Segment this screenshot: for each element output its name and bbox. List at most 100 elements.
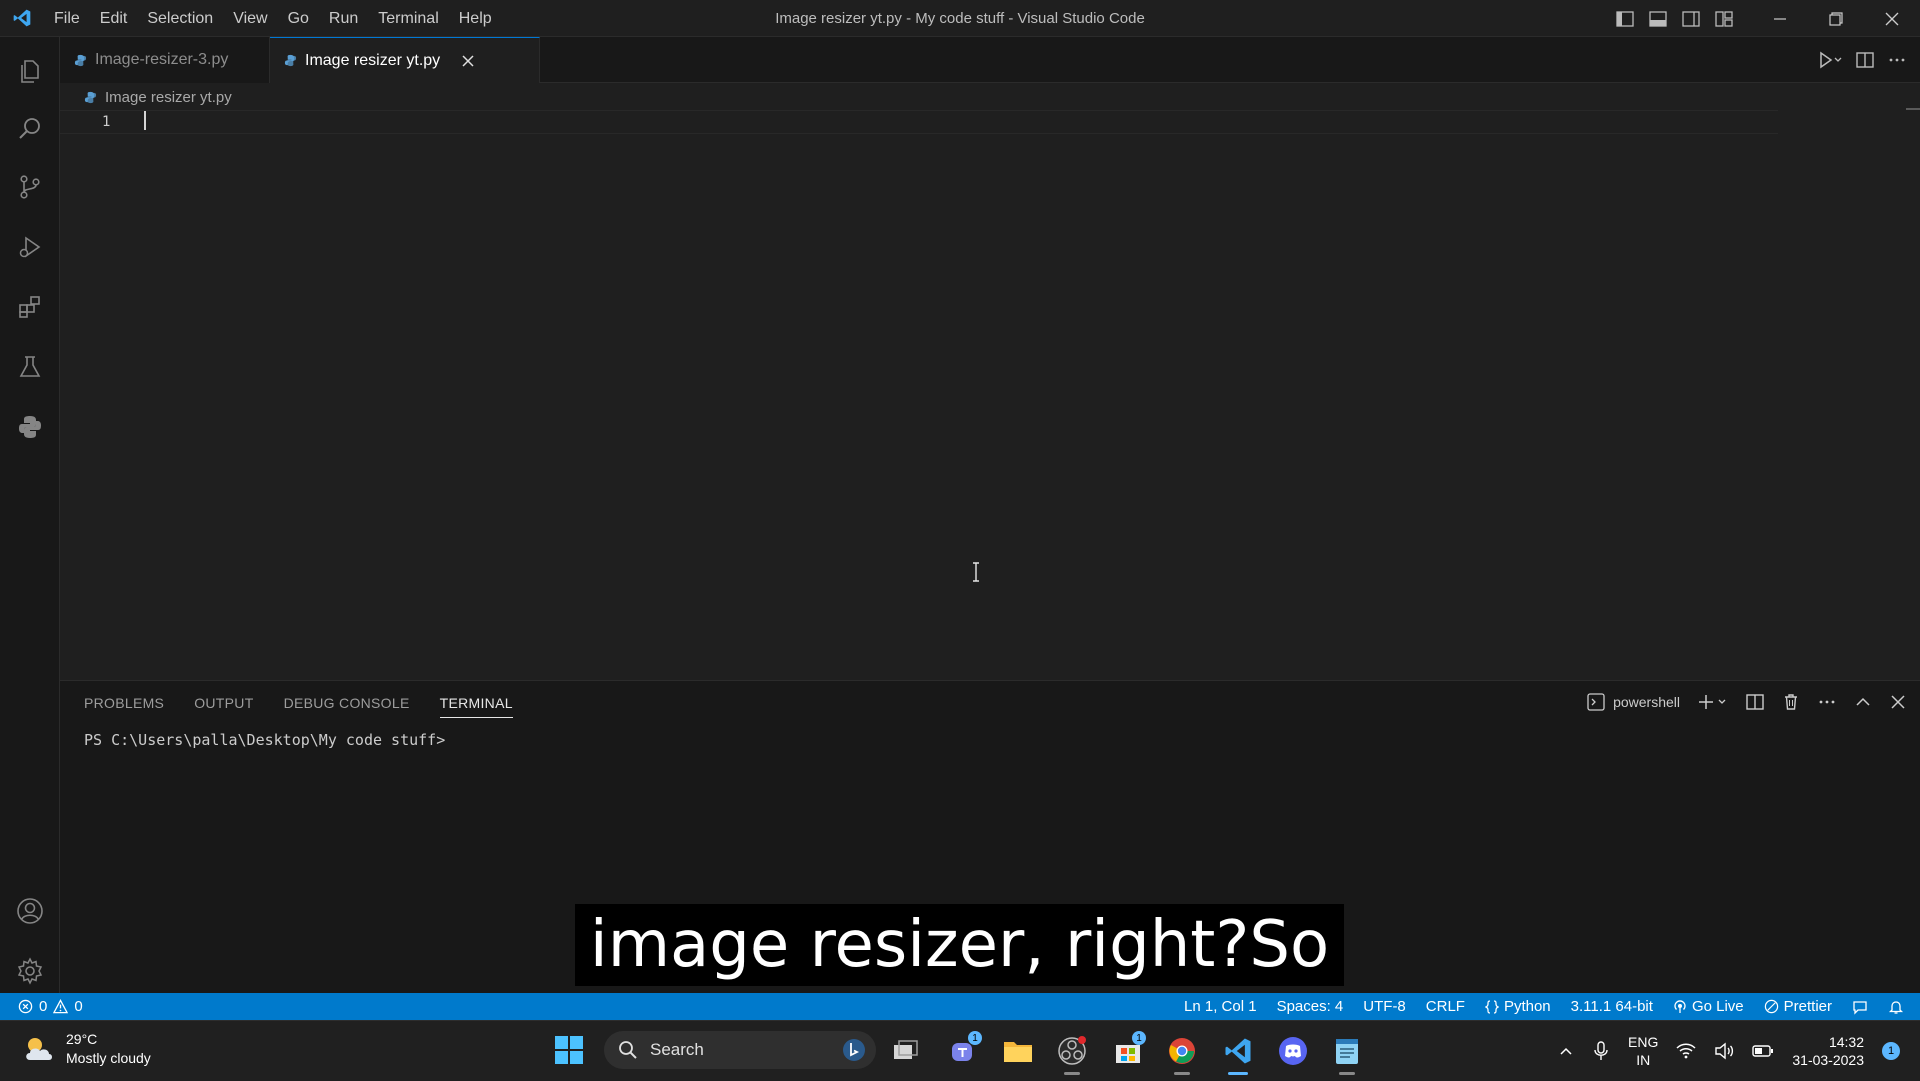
clock-time: 14:32: [1828, 1034, 1864, 1050]
menu-selection[interactable]: Selection: [137, 0, 223, 37]
extensions-icon[interactable]: [0, 279, 60, 335]
notepad-icon[interactable]: [1327, 1031, 1367, 1075]
terminal-icon: [1587, 693, 1605, 711]
notification-count-badge[interactable]: 1: [1882, 1042, 1900, 1060]
go-live-button[interactable]: Go Live: [1673, 998, 1744, 1015]
tab-debug-console[interactable]: DEBUG CONSOLE: [284, 695, 410, 718]
language-mode[interactable]: Python: [1484, 998, 1551, 1015]
file-encoding[interactable]: UTF-8: [1363, 998, 1406, 1015]
tab-problems[interactable]: PROBLEMS: [84, 695, 164, 718]
minimap-slider[interactable]: [1906, 108, 1920, 110]
notifications-bell-icon[interactable]: [1888, 999, 1904, 1015]
vscode-logo-icon: [0, 0, 44, 37]
file-explorer-icon[interactable]: [998, 1031, 1038, 1071]
python-icon[interactable]: [0, 399, 60, 455]
teams-chat-icon[interactable]: 1: [944, 1031, 984, 1071]
testing-icon[interactable]: [0, 339, 60, 395]
weather-widget[interactable]: 29°C Mostly cloudy: [22, 1030, 151, 1068]
prettier-status[interactable]: Prettier: [1764, 998, 1832, 1015]
microphone-icon[interactable]: [1592, 1041, 1610, 1061]
more-actions-icon[interactable]: [1888, 51, 1906, 69]
weather-text: 29°C Mostly cloudy: [66, 1030, 151, 1068]
tab-terminal[interactable]: TERMINAL: [439, 695, 513, 718]
menu-edit[interactable]: Edit: [90, 0, 138, 37]
terminal-shell-selector[interactable]: powershell: [1587, 693, 1680, 711]
vscode-taskbar-icon[interactable]: [1218, 1031, 1258, 1075]
system-tray: ENG IN 14:32 31-03-2023 1: [1558, 1021, 1900, 1081]
search-icon[interactable]: [0, 101, 60, 157]
clock-date: 31-03-2023: [1792, 1052, 1864, 1068]
braces-icon: [1484, 999, 1499, 1014]
breadcrumb[interactable]: Image resizer yt.py: [84, 85, 232, 109]
clock[interactable]: 14:32 31-03-2023: [1792, 1033, 1864, 1069]
tab-image-resizer-yt[interactable]: Image resizer yt.py: [270, 37, 540, 83]
split-editor-icon[interactable]: [1856, 51, 1874, 69]
restore-icon[interactable]: [1808, 0, 1864, 37]
cursor-position[interactable]: Ln 1, Col 1: [1184, 998, 1257, 1015]
minimize-icon[interactable]: [1752, 0, 1808, 37]
run-debug-icon[interactable]: [0, 219, 60, 275]
error-icon: [18, 999, 33, 1014]
maximize-panel-chevron-up-icon[interactable]: [1854, 693, 1872, 711]
explorer-icon[interactable]: [0, 43, 60, 99]
volume-icon[interactable]: [1714, 1042, 1734, 1060]
menu-help[interactable]: Help: [449, 0, 502, 37]
menu-terminal[interactable]: Terminal: [368, 0, 448, 37]
python-file-icon: [74, 54, 87, 66]
source-control-icon[interactable]: [0, 159, 60, 215]
customize-layout-icon[interactable]: [1707, 0, 1740, 37]
menu-run[interactable]: Run: [319, 0, 368, 37]
close-window-icon[interactable]: [1864, 0, 1920, 37]
input-language[interactable]: ENG IN: [1628, 1033, 1658, 1069]
line-number: 1: [102, 114, 111, 130]
show-hidden-icons-chevron-icon[interactable]: [1558, 1043, 1574, 1059]
split-terminal-icon[interactable]: [1746, 693, 1764, 711]
battery-icon[interactable]: [1752, 1044, 1774, 1058]
panel-more-actions-icon[interactable]: [1818, 693, 1836, 711]
toggle-secondary-sidebar-icon[interactable]: [1674, 0, 1707, 37]
search-icon: [619, 1041, 637, 1059]
end-of-line[interactable]: CRLF: [1426, 998, 1465, 1015]
microsoft-store-icon[interactable]: 1: [1108, 1031, 1148, 1071]
wifi-icon[interactable]: [1676, 1043, 1696, 1059]
run-python-file-icon[interactable]: [1818, 51, 1842, 69]
obs-app-icon[interactable]: [1052, 1031, 1092, 1075]
indentation[interactable]: Spaces: 4: [1277, 998, 1344, 1015]
weather-temp: 29°C: [66, 1031, 98, 1047]
feedback-icon[interactable]: [1852, 999, 1868, 1015]
discord-icon[interactable]: [1273, 1031, 1313, 1071]
menu-view[interactable]: View: [223, 0, 277, 37]
chrome-icon[interactable]: [1162, 1031, 1202, 1075]
problems-status[interactable]: 0 0: [0, 998, 83, 1015]
windows-taskbar: 29°C Mostly cloudy Search 1 1 ENG IN 14:…: [0, 1020, 1920, 1080]
close-tab-icon[interactable]: [458, 51, 478, 71]
python-file-icon: [84, 91, 97, 103]
menu-file[interactable]: File: [44, 0, 90, 37]
close-panel-icon[interactable]: [1890, 694, 1906, 710]
warning-icon: [53, 999, 69, 1014]
text-cursor: [144, 111, 146, 130]
panel-tabs: PROBLEMS OUTPUT DEBUG CONSOLE TERMINAL: [84, 695, 513, 718]
toggle-panel-icon[interactable]: [1641, 0, 1674, 37]
lang-bottom: IN: [1636, 1052, 1651, 1068]
tab-output[interactable]: OUTPUT: [194, 695, 253, 718]
go-live-label: Go Live: [1691, 998, 1744, 1015]
task-view-icon[interactable]: [886, 1031, 926, 1071]
menu-go[interactable]: Go: [278, 0, 319, 37]
tab-image-resizer-3[interactable]: Image-resizer-3.py: [60, 37, 270, 83]
weather-desc: Mostly cloudy: [66, 1050, 151, 1066]
terminal-prompt[interactable]: PS C:\Users\palla\Desktop\My code stuff>: [84, 731, 445, 749]
toggle-primary-sidebar-icon[interactable]: [1608, 0, 1641, 37]
status-bar: 0 0 Ln 1, Col 1 Spaces: 4 UTF-8 CRLF Pyt…: [0, 993, 1920, 1020]
kill-terminal-trash-icon[interactable]: [1782, 693, 1800, 711]
python-interpreter[interactable]: 3.11.1 64-bit: [1571, 998, 1653, 1015]
code-editor[interactable]: 1: [60, 108, 1920, 680]
breadcrumb-file: Image resizer yt.py: [105, 88, 232, 106]
account-icon[interactable]: [0, 883, 60, 939]
taskbar-search[interactable]: Search: [604, 1031, 876, 1069]
settings-gear-icon[interactable]: [0, 943, 60, 999]
title-bar: File Edit Selection View Go Run Terminal…: [0, 0, 1920, 37]
store-badge: 1: [1132, 1031, 1146, 1045]
windows-start-icon[interactable]: [554, 1035, 584, 1065]
new-terminal-icon[interactable]: [1698, 693, 1728, 711]
